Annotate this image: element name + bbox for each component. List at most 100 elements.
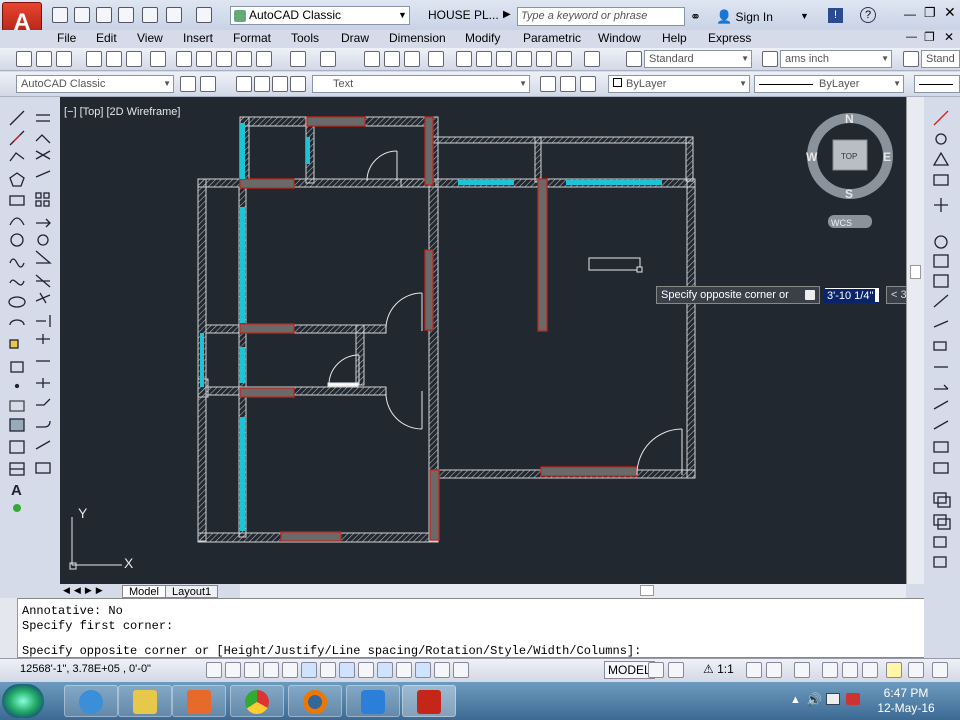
menu-window[interactable]: Window (598, 31, 641, 45)
annotation-scale[interactable]: ⚠ 1:1 (703, 662, 734, 676)
taskbar-screen-capture[interactable] (346, 685, 400, 717)
menu-help[interactable]: Help (662, 31, 687, 45)
close-icon[interactable]: ✕ (944, 4, 956, 21)
sun-icon[interactable] (272, 76, 288, 92)
command-window-handle[interactable] (0, 598, 18, 658)
workspace-dropdown[interactable]: AutoCAD Classic (230, 6, 410, 25)
system-clock[interactable]: 6:47 PM 12-May-16 (874, 686, 938, 716)
table-style-icon[interactable] (903, 51, 919, 67)
help-icon[interactable] (584, 51, 600, 67)
sign-in-button[interactable]: 👤 Sign In (716, 9, 773, 25)
chevron-down-icon[interactable]: ▼ (398, 6, 407, 25)
selection-cycling-icon[interactable] (453, 662, 469, 678)
layer-off-icon[interactable] (236, 76, 252, 92)
auto-scale-icon[interactable] (766, 662, 782, 678)
menu-file[interactable]: File (57, 31, 76, 45)
plot-preview-icon[interactable] (106, 51, 122, 67)
redo-icon[interactable] (196, 7, 212, 23)
menu-parametric[interactable]: Parametric (523, 31, 581, 45)
paste-icon[interactable] (216, 51, 232, 67)
linetype-combo[interactable]: ByLayer ▼ (754, 75, 904, 93)
table-style-combo[interactable]: Stand (921, 50, 960, 68)
menu-restore-icon[interactable]: ❐ (924, 30, 935, 44)
layer-previous-icon[interactable] (560, 76, 576, 92)
menu-insert[interactable]: Insert (183, 31, 213, 45)
undo-icon[interactable] (166, 7, 182, 23)
menu-dimension[interactable]: Dimension (389, 31, 446, 45)
taskbar-firefox[interactable] (288, 685, 342, 717)
viewcube-west[interactable]: W (806, 150, 817, 164)
menu-draw[interactable]: Draw (341, 31, 369, 45)
workspace-combo[interactable]: AutoCAD Classic ▼ (16, 75, 174, 93)
save-as-icon[interactable] (118, 7, 134, 23)
help-icon[interactable]: ? (860, 7, 876, 23)
make-current-icon[interactable] (540, 76, 556, 92)
menu-modify[interactable]: Modify (465, 31, 500, 45)
3d-osnap-icon[interactable] (320, 662, 336, 678)
cut-icon[interactable] (176, 51, 192, 67)
taskbar-autocad[interactable] (402, 685, 456, 717)
taskbar-media-player[interactable] (172, 685, 226, 717)
redo-icon[interactable] (320, 51, 336, 67)
menu-edit[interactable]: Edit (96, 31, 117, 45)
color-combo[interactable]: ByLayer ▼ (608, 75, 750, 93)
plot-icon[interactable] (142, 7, 158, 23)
new-icon[interactable] (52, 7, 68, 23)
show-hidden-icons-icon[interactable]: ▲ (790, 694, 801, 706)
taskbar-internet-explorer[interactable] (64, 685, 118, 717)
viewcube-east[interactable]: E (883, 150, 891, 164)
chevron-right-icon[interactable]: ▶ (503, 9, 511, 20)
viewcube-south[interactable]: S (845, 187, 853, 201)
tool-palettes-icon[interactable] (496, 51, 512, 67)
workspace-switching-icon[interactable] (794, 662, 810, 678)
osnap-icon[interactable] (301, 662, 317, 678)
tab-layout1[interactable]: Layout1 (165, 585, 219, 598)
zoom-window-icon[interactable] (404, 51, 420, 67)
restore-icon[interactable]: ❐ (924, 5, 936, 21)
viewcube-north[interactable]: N (845, 112, 854, 126)
lightbulb-icon[interactable] (254, 76, 270, 92)
menu-view[interactable]: View (137, 31, 163, 45)
block-editor-icon[interactable] (256, 51, 272, 67)
menu-express[interactable]: Express (708, 31, 751, 45)
chevron-down-icon[interactable]: ▼ (800, 11, 809, 21)
taskbar-chrome[interactable] (230, 685, 284, 717)
dynamic-input-field[interactable]: 3'-10 1/4" (824, 287, 880, 303)
options-arrow-icon[interactable] (805, 290, 815, 300)
open-icon[interactable] (36, 51, 52, 67)
tab-navigation-arrows[interactable]: ◀◀▶▶ (63, 585, 107, 596)
ortho-icon[interactable] (263, 662, 279, 678)
search-input[interactable]: Type a keyword or phrase (517, 7, 685, 26)
lineweight-icon[interactable] (396, 662, 412, 678)
minimize-icon[interactable]: — (904, 7, 916, 21)
save-icon[interactable] (96, 7, 112, 23)
infer-constraints-icon[interactable] (206, 662, 222, 678)
undo-icon[interactable] (290, 51, 306, 67)
tab-model[interactable]: Model (122, 585, 166, 598)
dyn-icon[interactable] (377, 662, 393, 678)
horizontal-scrollbar[interactable] (240, 584, 906, 598)
menu-tools[interactable]: Tools (291, 31, 319, 45)
quick-view-drawings-icon[interactable] (668, 662, 684, 678)
quick-view-layouts-icon[interactable] (648, 662, 664, 678)
menu-close-icon[interactable]: ✕ (944, 30, 954, 44)
lock-icon[interactable] (290, 76, 306, 92)
lineweight-combo[interactable] (914, 75, 960, 93)
sheet-set-icon[interactable] (516, 51, 532, 67)
status-menu-icon[interactable] (908, 662, 924, 678)
taskbar-explorer[interactable] (118, 685, 172, 717)
menu-format[interactable]: Format (233, 31, 271, 45)
dim-style-icon[interactable] (762, 51, 778, 67)
match-properties-icon[interactable] (236, 51, 252, 67)
start-button[interactable] (2, 684, 44, 718)
save-icon[interactable] (56, 51, 72, 67)
zoom-realtime-icon[interactable] (384, 51, 400, 67)
menu-minimize-icon[interactable]: — (906, 31, 917, 43)
isolate-objects-icon[interactable] (862, 662, 878, 678)
text-style-icon[interactable] (626, 51, 642, 67)
binoculars-icon[interactable]: ⚭ (690, 9, 701, 25)
viewcube-top-face[interactable]: TOP (841, 152, 857, 161)
annotation-visibility-icon[interactable] (746, 662, 762, 678)
network-icon[interactable] (826, 693, 840, 705)
qnew-icon[interactable] (16, 51, 32, 67)
